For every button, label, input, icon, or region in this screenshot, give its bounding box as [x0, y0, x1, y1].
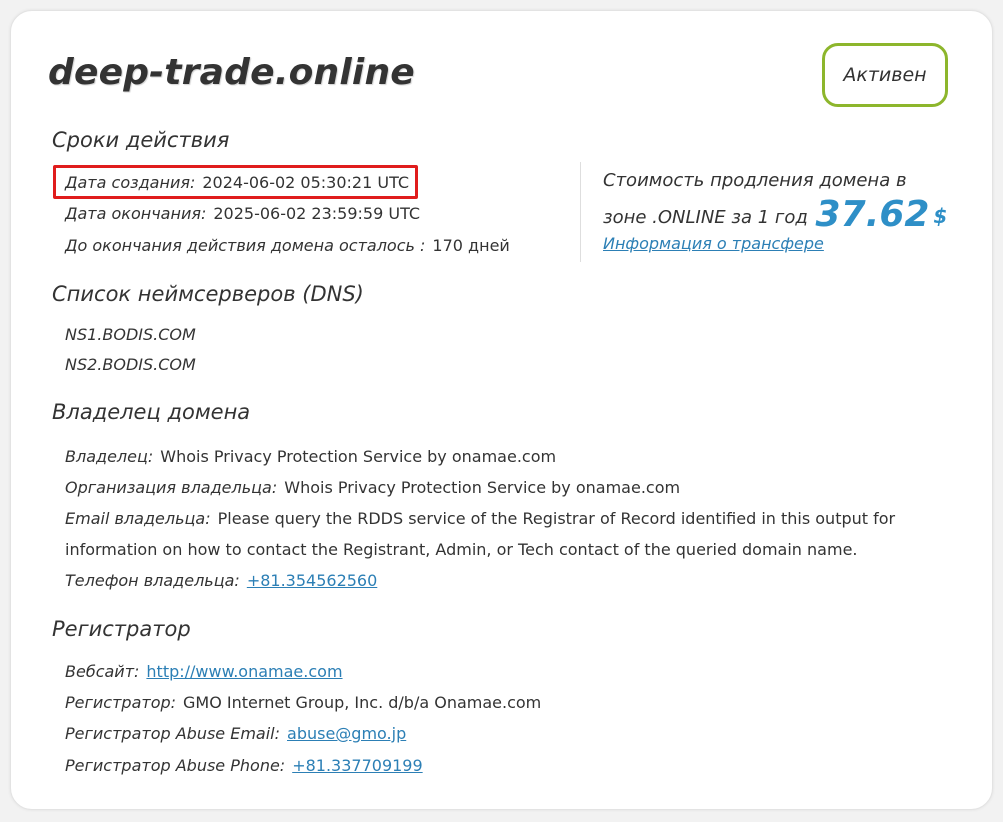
validity-section-title: Сроки действия	[52, 128, 230, 152]
owner-org-label: Организация владельца:	[65, 478, 278, 497]
registrar-name-value: GMO Internet Group, Inc. d/b/a Onamae.co…	[183, 693, 542, 712]
owner-org-value: Whois Privacy Protection Service by onam…	[284, 478, 681, 497]
nameserver-item: NS1.BODIS.COM	[65, 325, 196, 344]
creation-date-label: Дата создания:	[65, 173, 196, 192]
owner-email-row-continued: information on how to contact the Regist…	[65, 540, 858, 559]
registrar-website-link[interactable]: http://www.onamae.com	[146, 662, 342, 681]
renewal-price: 37.62	[815, 194, 930, 235]
owner-value: Whois Privacy Protection Service by onam…	[160, 447, 557, 466]
creation-date-row: Дата создания: 2024-06-02 05:30:21 UTC	[65, 173, 409, 192]
owner-phone-row: Телефон владельца: +81.354562560	[65, 571, 377, 590]
expiry-date-value: 2025-06-02 23:59:59 UTC	[213, 204, 421, 223]
registrar-abuse-email-link[interactable]: abuse@gmo.jp	[287, 724, 406, 743]
registrar-abuse-phone-label: Регистратор Abuse Phone:	[65, 756, 286, 775]
owner-email-value-line2: information on how to contact the Regist…	[65, 540, 858, 559]
owner-section-title: Владелец домена	[52, 400, 251, 424]
registrar-abuse-email-label: Регистратор Abuse Email:	[65, 724, 281, 743]
owner-org-row: Организация владельца: Whois Privacy Prot…	[65, 478, 680, 497]
renewal-text-line2: зоне .ONLINE за 1 год	[603, 207, 808, 228]
registrar-abuse-email-row: Регистратор Abuse Email: abuse@gmo.jp	[65, 724, 406, 743]
registrar-website-label: Вебсайт:	[65, 662, 140, 681]
registrar-abuse-phone-row: Регистратор Abuse Phone: +81.337709199	[65, 756, 423, 775]
creation-date-value: 2024-06-02 05:30:21 UTC	[202, 173, 410, 192]
expiry-date-row: Дата окончания: 2025-06-02 23:59:59 UTC	[65, 204, 420, 223]
owner-phone-link[interactable]: +81.354562560	[247, 571, 377, 590]
status-badge: Активен	[822, 43, 948, 107]
renewal-price-block: Стоимость продления домена в зоне .ONLIN…	[603, 164, 963, 235]
registrar-name-row: Регистратор: GMO Internet Group, Inc. d/b…	[65, 693, 541, 712]
nameserver-item: NS2.BODIS.COM	[65, 355, 196, 374]
renewal-text-line2-wrap: зоне .ONLINE за 1 год 37.62 $	[603, 197, 963, 235]
remaining-days-value: 170 дней	[432, 236, 510, 255]
renewal-currency: $	[933, 204, 948, 228]
transfer-info-link[interactable]: Информация о трансфере	[603, 234, 824, 253]
owner-phone-label: Телефон владельца:	[65, 571, 240, 590]
domain-name-title: deep-trade.online	[48, 52, 415, 93]
registrar-abuse-phone-link[interactable]: +81.337709199	[292, 756, 422, 775]
renewal-text-line1: Стоимость продления домена в	[603, 170, 907, 191]
registrar-section-title: Регистратор	[52, 617, 191, 641]
registrar-website-row: Вебсайт: http://www.onamae.com	[65, 662, 343, 681]
remaining-days-row: До окончания действия домена осталось : 1…	[65, 236, 510, 255]
registrar-name-label: Регистратор:	[65, 693, 177, 712]
nameservers-section-title: Список неймсерверов (DNS)	[52, 282, 364, 306]
owner-email-value-line1: Please query the RDDS service of the Reg…	[217, 509, 896, 528]
owner-label: Владелец:	[65, 447, 154, 466]
expiry-date-label: Дата окончания:	[65, 204, 207, 223]
owner-email-row: Email владельца: Please query the RDDS se…	[65, 509, 895, 528]
owner-row: Владелец: Whois Privacy Protection Servic…	[65, 447, 556, 466]
remaining-days-label: До окончания действия домена осталось :	[65, 236, 426, 255]
owner-email-label: Email владельца:	[65, 509, 211, 528]
vertical-divider	[580, 162, 581, 262]
